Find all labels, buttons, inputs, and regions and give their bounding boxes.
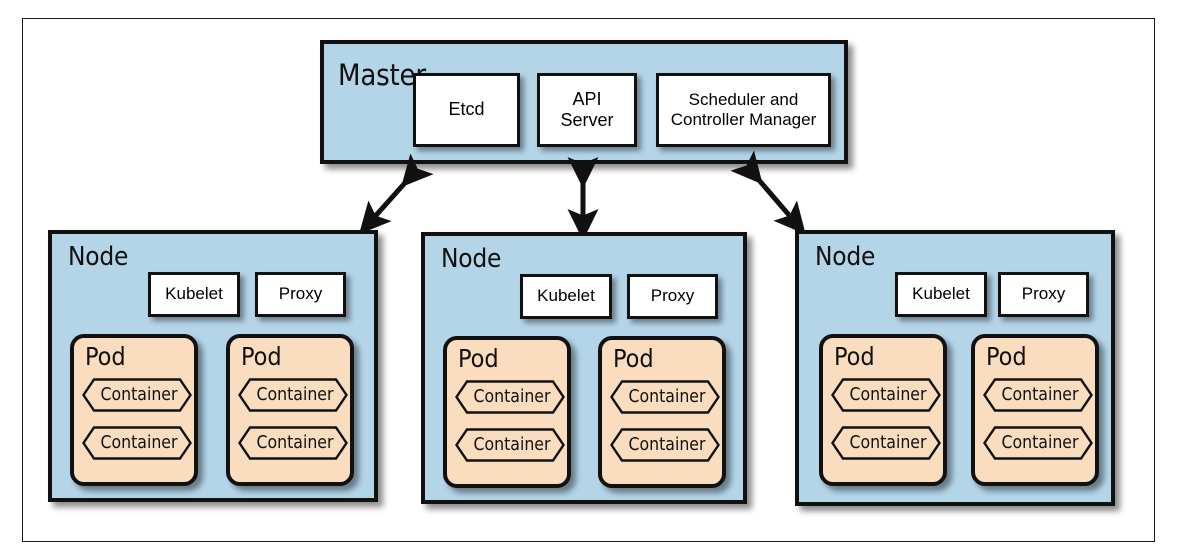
- node-1-pod-2-container-1-label: Container: [256, 385, 334, 405]
- node-3-agent-proxy: Proxy: [998, 272, 1089, 317]
- node-1-pod-1-container-2-label: Container: [100, 433, 178, 453]
- node-2-pod-2: Pod Container Container: [598, 336, 726, 488]
- node-3-pod-2-container-1-label: Container: [1001, 385, 1079, 405]
- node-2-agent-proxy: Proxy: [627, 274, 718, 319]
- node-2-pod-2-container-1-label: Container: [628, 387, 706, 407]
- node-2-pod-2-container-1: Container: [610, 380, 720, 414]
- master-component-scheduler-controller-manager: Scheduler and Controller Manager: [656, 73, 831, 147]
- node-3-pod-1-container-2: Container: [831, 426, 941, 460]
- node-2-pod-1-container-2: Container: [455, 428, 565, 462]
- api-server-label-line2: Server: [560, 110, 614, 130]
- api-server-label-line1: API: [572, 88, 602, 109]
- node-1-pod-2-label: Pod: [241, 342, 282, 371]
- node-1-kubelet-label: Kubelet: [165, 284, 223, 304]
- node-3-pod-2-label: Pod: [986, 342, 1027, 371]
- scheduler-label-line2: Controller Manager: [670, 110, 817, 129]
- node-box-1: Node Kubelet Proxy Pod Container Contain…: [48, 230, 378, 502]
- master-box: Master Etcd API Server Scheduler and Con…: [320, 40, 848, 164]
- node-2-pod-1: Pod Container Container: [443, 336, 571, 488]
- node-1-pod-2-container-2: Container: [238, 426, 348, 460]
- node-1-pod-1-container-2: Container: [82, 426, 192, 460]
- node-3-label: Node: [815, 242, 876, 272]
- node-3-proxy-label: Proxy: [1021, 284, 1066, 304]
- scheduler-label-line1: Scheduler and: [688, 89, 799, 109]
- node-2-pod-1-container-1-label: Container: [473, 387, 551, 407]
- node-box-3: Node Kubelet Proxy Pod Container Contain…: [795, 230, 1115, 506]
- node-3-pod-1-container-2-label: Container: [849, 433, 927, 453]
- diagram-canvas: Master Etcd API Server Scheduler and Con…: [0, 0, 1177, 560]
- master-component-etcd: Etcd: [413, 73, 520, 147]
- node-1-pod-1: Pod Container Container: [70, 334, 198, 486]
- node-2-kubelet-label: Kubelet: [537, 286, 595, 306]
- node-3-kubelet-label: Kubelet: [912, 284, 970, 304]
- node-3-pod-1-container-1: Container: [831, 378, 941, 412]
- node-1-label: Node: [68, 242, 129, 272]
- node-3-pod-1-container-1-label: Container: [849, 385, 927, 405]
- node-2-pod-1-container-1: Container: [455, 380, 565, 414]
- node-1-agent-kubelet: Kubelet: [148, 272, 240, 317]
- node-3-pod-1-label: Pod: [834, 342, 875, 371]
- node-1-pod-1-container-1: Container: [82, 378, 192, 412]
- node-3-pod-2-container-2: Container: [983, 426, 1093, 460]
- node-1-pod-2-container-1: Container: [238, 378, 348, 412]
- node-2-label: Node: [441, 244, 502, 274]
- node-2-pod-1-container-2-label: Container: [473, 435, 551, 455]
- node-2-pod-2-container-2-label: Container: [628, 435, 706, 455]
- node-3-pod-2-container-1: Container: [983, 378, 1093, 412]
- node-3-pod-2-container-2-label: Container: [1001, 433, 1079, 453]
- node-3-pod-2: Pod Container Container: [971, 334, 1099, 486]
- node-1-pod-1-container-1-label: Container: [100, 385, 178, 405]
- master-component-api-server: API Server: [537, 73, 637, 147]
- node-1-pod-2-container-2-label: Container: [256, 433, 334, 453]
- node-1-pod-2: Pod Container Container: [226, 334, 354, 486]
- node-3-agent-kubelet: Kubelet: [895, 272, 987, 317]
- node-1-pod-1-label: Pod: [85, 342, 126, 371]
- etcd-label: Etcd: [448, 99, 485, 120]
- node-3-pod-1: Pod Container Container: [819, 334, 947, 486]
- node-box-2: Node Kubelet Proxy Pod Container Contain…: [421, 232, 747, 504]
- node-1-agent-proxy: Proxy: [255, 272, 346, 317]
- node-2-pod-1-label: Pod: [458, 344, 499, 373]
- node-1-proxy-label: Proxy: [278, 284, 323, 304]
- node-2-pod-2-label: Pod: [613, 344, 654, 373]
- node-2-pod-2-container-2: Container: [610, 428, 720, 462]
- node-2-proxy-label: Proxy: [650, 286, 695, 306]
- node-2-agent-kubelet: Kubelet: [520, 274, 612, 319]
